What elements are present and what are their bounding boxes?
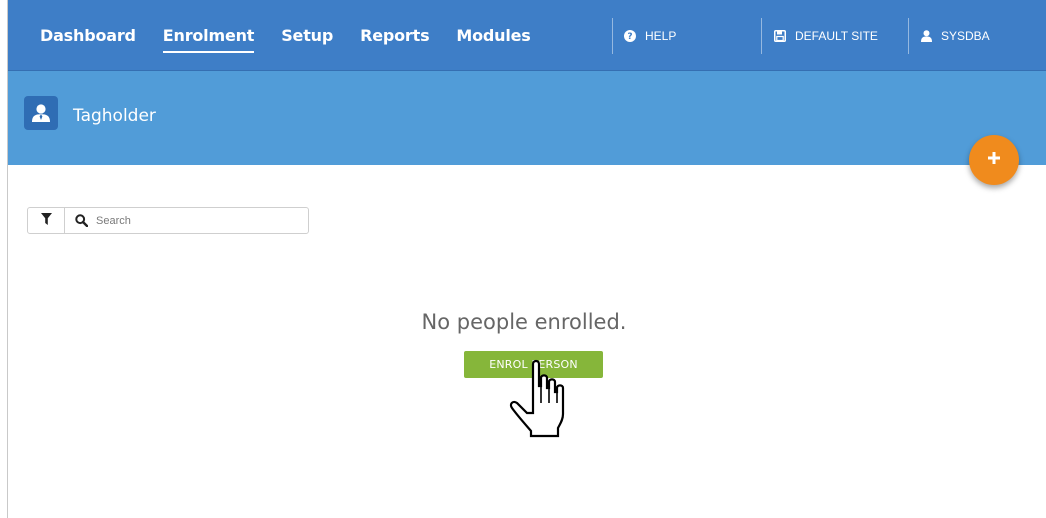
funnel-icon (40, 212, 52, 230)
filter-button[interactable] (28, 208, 65, 233)
app-frame: Dashboard Enrolment Setup Reports Module… (7, 0, 1046, 518)
nav-divider (612, 18, 613, 54)
page-title: Tagholder (73, 106, 156, 126)
nav-divider (761, 18, 762, 54)
search-bar (27, 207, 309, 234)
main-menu: Dashboard Enrolment Setup Reports Module… (40, 0, 558, 71)
svg-text:?: ? (627, 32, 632, 42)
search-icon (75, 214, 88, 227)
plus-icon (987, 151, 1001, 170)
help-label: HELP (645, 28, 677, 43)
nav-item-reports[interactable]: Reports (360, 26, 429, 45)
user-label: SYSDBA (941, 28, 990, 43)
enrol-person-button[interactable]: ENROL PERSON (464, 351, 603, 378)
floppy-disk-icon (774, 29, 786, 42)
site-selector[interactable]: DEFAULT SITE (774, 0, 878, 71)
nav-item-setup[interactable]: Setup (281, 26, 333, 45)
site-label: DEFAULT SITE (795, 28, 878, 43)
nav-item-dashboard[interactable]: Dashboard (40, 26, 136, 45)
user-icon (921, 29, 932, 42)
add-button[interactable] (969, 135, 1019, 185)
top-navigation-bar: Dashboard Enrolment Setup Reports Module… (8, 0, 1046, 71)
empty-state-message: No people enrolled. (421, 310, 627, 334)
nav-item-enrolment[interactable]: Enrolment (162, 26, 255, 53)
user-icon (24, 96, 58, 130)
search-input[interactable] (96, 209, 296, 232)
help-link[interactable]: ? HELP (624, 0, 676, 71)
nav-divider (908, 18, 909, 54)
nav-item-modules[interactable]: Modules (456, 26, 530, 45)
user-menu[interactable]: SYSDBA (921, 0, 990, 71)
question-circle-icon: ? (624, 29, 636, 42)
page-header: Tagholder (8, 71, 1046, 165)
